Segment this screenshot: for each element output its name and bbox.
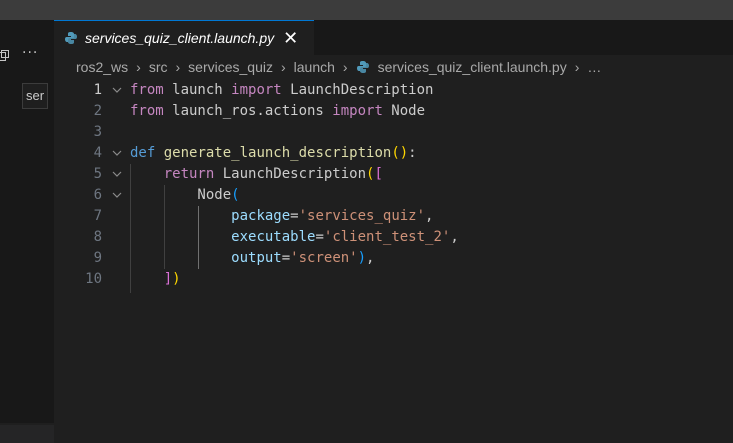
code-token: launch_ros.actions bbox=[163, 103, 333, 119]
breadcrumb-item-src[interactable]: src bbox=[149, 59, 168, 75]
chevron-right-icon: › bbox=[175, 59, 181, 75]
code-token: ] bbox=[163, 271, 173, 287]
line-number: 7 bbox=[93, 208, 102, 224]
code-token: 'services_quiz' bbox=[298, 208, 426, 224]
code-text: executable='client_test_2', bbox=[130, 227, 459, 248]
code-line[interactable]: 8 executable='client_test_2', bbox=[54, 227, 733, 248]
python-file-icon bbox=[65, 32, 77, 44]
code-token: import bbox=[231, 82, 282, 98]
line-number: 9 bbox=[93, 250, 102, 266]
code-line[interactable]: 7 package='services_quiz', bbox=[54, 206, 733, 227]
code-token: = bbox=[315, 229, 324, 245]
line-number: 10 bbox=[85, 271, 102, 287]
search-input[interactable]: ser bbox=[22, 83, 48, 109]
code-line[interactable]: 10 ]) bbox=[54, 269, 733, 290]
code-token: = bbox=[281, 250, 291, 266]
chevron-down-icon[interactable] bbox=[110, 164, 124, 185]
code-token: ) bbox=[172, 271, 181, 287]
code-line[interactable]: 1 from launch import LaunchDescription bbox=[54, 80, 733, 101]
chevron-down-icon[interactable] bbox=[110, 143, 124, 164]
line-number: 1 bbox=[93, 82, 102, 98]
explorer-sidebar: ··· ser bbox=[0, 20, 54, 443]
chevron-right-icon: › bbox=[574, 59, 580, 75]
python-file-icon bbox=[356, 61, 369, 73]
code-line[interactable]: 5 return LaunchDescription([ bbox=[54, 164, 733, 185]
title-bar bbox=[0, 0, 733, 20]
line-number: 3 bbox=[93, 124, 102, 140]
code-token: generate_launch_description bbox=[163, 145, 392, 161]
line-number: 6 bbox=[93, 187, 102, 203]
chevron-right-icon: › bbox=[280, 59, 286, 75]
code-token: Node bbox=[382, 103, 426, 119]
code-editor[interactable]: 1 from launch import LaunchDescription 2 fr… bbox=[54, 80, 733, 423]
code-line[interactable]: 2 from launch_ros.actions import Node bbox=[54, 101, 733, 122]
code-token: , bbox=[366, 250, 375, 266]
code-token: = bbox=[290, 208, 299, 224]
code-token: LaunchDescription bbox=[214, 166, 367, 182]
code-text: Node( bbox=[130, 185, 240, 206]
code-token: ) bbox=[357, 250, 367, 266]
code-token: 'client_test_2' bbox=[323, 229, 451, 245]
code-token: output bbox=[231, 250, 282, 266]
chevron-down-icon[interactable] bbox=[110, 185, 124, 206]
code-text: output='screen'), bbox=[130, 248, 374, 269]
code-token: return bbox=[163, 166, 215, 182]
code-line[interactable]: 3 bbox=[54, 122, 733, 143]
line-number: 8 bbox=[93, 229, 102, 245]
breadcrumb-item-file[interactable]: services_quiz_client.launch.py bbox=[378, 59, 567, 75]
code-line[interactable]: 4 def generate_launch_description(): bbox=[54, 143, 733, 164]
code-token: executable bbox=[231, 229, 316, 245]
breadcrumb-item-ellipsis[interactable]: … bbox=[587, 59, 601, 75]
code-token: package bbox=[231, 208, 291, 224]
copy-icon[interactable] bbox=[0, 50, 9, 61]
code-token: from bbox=[130, 103, 164, 119]
code-token: () bbox=[391, 145, 409, 161]
breadcrumb-item-launch[interactable]: launch bbox=[294, 59, 335, 75]
line-number: 4 bbox=[93, 145, 102, 161]
code-line[interactable]: 9 output='screen'), bbox=[54, 248, 733, 269]
code-token: ( bbox=[231, 187, 240, 203]
tab-label: services_quiz_client.launch.py bbox=[85, 30, 275, 46]
code-text: from launch import LaunchDescription bbox=[130, 80, 433, 101]
code-token: LaunchDescription bbox=[281, 82, 434, 98]
breadcrumb: ros2_ws › src › services_quiz › launch ›… bbox=[54, 55, 733, 79]
sidebar-footer bbox=[0, 425, 54, 443]
code-token: [ bbox=[374, 166, 383, 182]
code-token: : bbox=[408, 145, 417, 161]
code-token: import bbox=[332, 103, 383, 119]
code-text: return LaunchDescription([ bbox=[130, 164, 383, 185]
code-token: Node bbox=[130, 187, 232, 203]
code-token: launch bbox=[163, 82, 232, 98]
code-line[interactable]: 6 Node( bbox=[54, 185, 733, 206]
line-number: 5 bbox=[93, 166, 102, 182]
tab-strip: services_quiz_client.launch.py ✕ bbox=[54, 20, 733, 55]
code-token: , bbox=[425, 208, 434, 224]
chevron-right-icon: › bbox=[342, 59, 348, 75]
tab-services-quiz-client-launch[interactable]: services_quiz_client.launch.py ✕ bbox=[54, 20, 314, 55]
breadcrumb-item-services-quiz[interactable]: services_quiz bbox=[188, 59, 273, 75]
code-text: from launch_ros.actions import Node bbox=[130, 101, 425, 122]
breadcrumb-item-ros2-ws[interactable]: ros2_ws bbox=[76, 59, 128, 75]
chevron-down-icon[interactable] bbox=[110, 80, 124, 101]
code-text: ]) bbox=[130, 269, 181, 290]
code-token: from bbox=[130, 82, 164, 98]
code-token: def bbox=[130, 145, 156, 161]
code-text: package='services_quiz', bbox=[130, 206, 433, 227]
code-token: , bbox=[450, 229, 459, 245]
code-text: def generate_launch_description(): bbox=[130, 143, 417, 164]
close-icon[interactable]: ✕ bbox=[283, 29, 298, 47]
code-token: 'screen' bbox=[290, 250, 358, 266]
chevron-right-icon: › bbox=[136, 59, 141, 75]
more-actions-icon[interactable]: ··· bbox=[22, 46, 38, 60]
line-number: 2 bbox=[93, 103, 102, 119]
